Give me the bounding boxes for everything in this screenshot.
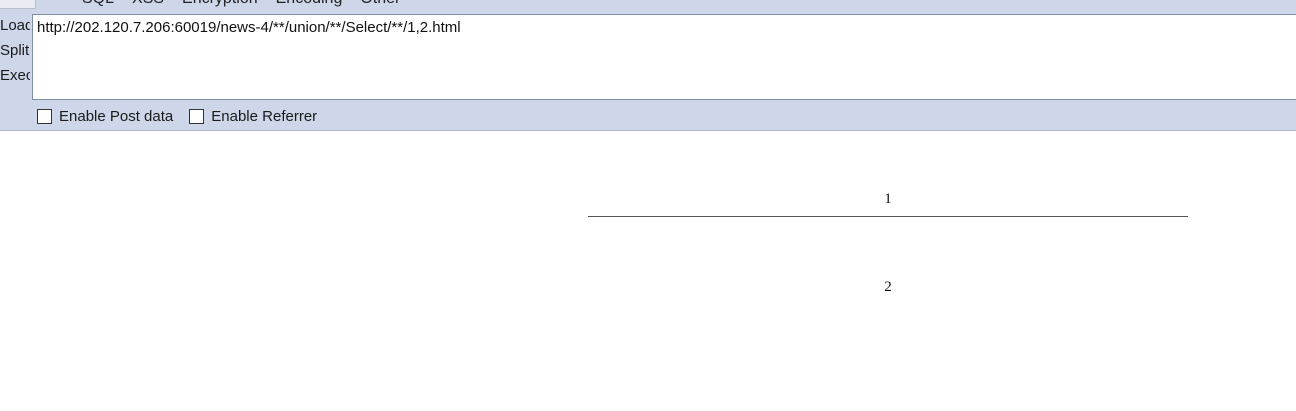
menu-other[interactable]: Other (360, 0, 400, 8)
horizontal-rule (588, 216, 1188, 217)
load-url-button[interactable]: Load URL (0, 15, 30, 40)
menu-sql[interactable]: SQL (82, 0, 114, 8)
hackbar-menu: SQL XSS Encryption Encoding Other (82, 0, 400, 8)
enable-referrer-option[interactable]: Enable Referrer (189, 108, 317, 125)
toolbar-tab[interactable] (0, 0, 36, 9)
page-content: 1 2 (0, 131, 1296, 411)
options-row: Enable Post data Enable Referrer (37, 106, 333, 126)
enable-post-data-option[interactable]: Enable Post data (37, 108, 173, 125)
result-value-1: 1 (884, 191, 892, 207)
menu-xss[interactable]: XSS (132, 0, 164, 8)
enable-referrer-label: Enable Referrer (211, 107, 318, 125)
enable-post-data-label: Enable Post data (59, 107, 174, 125)
enable-post-data-checkbox[interactable] (37, 108, 52, 124)
menu-encoding[interactable]: Encoding (276, 0, 343, 8)
split-url-button[interactable]: Split URL (0, 40, 30, 65)
result-value-2: 2 (884, 279, 892, 295)
enable-referrer-checkbox[interactable] (189, 108, 205, 124)
side-actions: Load URL Split URL Execute (0, 15, 30, 90)
hackbar-toolbar: SQL XSS Encryption Encoding Other Load U… (0, 0, 1296, 131)
menu-encryption[interactable]: Encryption (182, 0, 258, 8)
execute-button[interactable]: Execute (0, 65, 30, 90)
url-input[interactable] (32, 14, 1296, 100)
